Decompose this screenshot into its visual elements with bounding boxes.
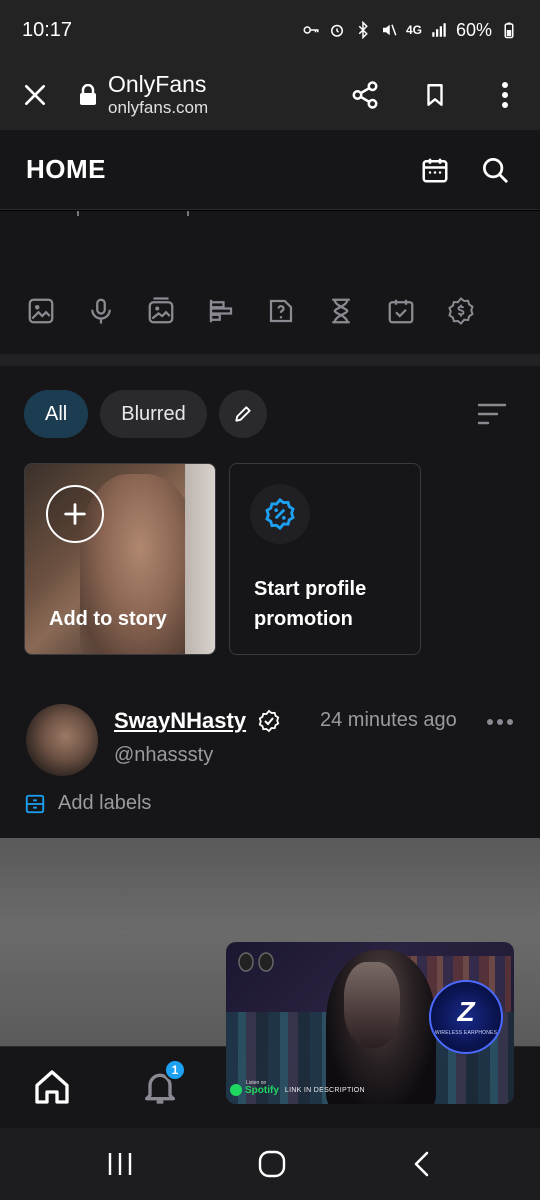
status-time: 10:17 xyxy=(22,18,73,41)
pip-link-text: LINK IN DESCRIPTION xyxy=(284,1086,365,1094)
poll-icon[interactable] xyxy=(202,292,240,330)
chip-label: All xyxy=(45,402,68,425)
verified-icon xyxy=(258,709,280,733)
section-divider xyxy=(0,354,540,366)
label-icon xyxy=(25,794,45,813)
schedule-icon[interactable] xyxy=(382,292,420,330)
signal-icon xyxy=(432,23,446,37)
pip-logo-letter: Z xyxy=(457,996,475,1027)
search-icon[interactable] xyxy=(476,151,514,189)
price-icon[interactable] xyxy=(442,292,480,330)
filter-chips: All Blurred xyxy=(24,390,267,438)
app-header: HOME xyxy=(0,130,540,210)
bluetooth-icon xyxy=(358,21,368,39)
filter-chip-blurred[interactable]: Blurred xyxy=(100,390,207,438)
browser-title-block: OnlyFans onlyfans.com xyxy=(108,71,208,119)
promo-label: Start profile promotion xyxy=(254,578,367,630)
quiz-icon[interactable] xyxy=(262,292,300,330)
spotify-icon xyxy=(230,1084,242,1096)
add-labels-label: Add labels xyxy=(58,792,152,814)
composer-toolbar xyxy=(22,292,480,330)
home-button-icon[interactable] xyxy=(250,1142,294,1186)
add-story-label: Add to story xyxy=(49,608,167,630)
microphone-icon[interactable] xyxy=(82,292,120,330)
browser-url: onlyfans.com xyxy=(108,98,209,117)
header-actions xyxy=(416,151,514,189)
mute-icon xyxy=(382,24,397,36)
add-to-story-card[interactable]: Add to story xyxy=(24,463,216,655)
status-icons: 4G 60% xyxy=(302,20,518,41)
pip-video[interactable]: Z WIRELESS EARPHONES Listen on Spotify L… xyxy=(226,942,514,1104)
avatar[interactable] xyxy=(26,704,98,776)
pencil-icon[interactable] xyxy=(218,390,267,438)
browser-toolbar: OnlyFans onlyfans.com xyxy=(0,60,540,130)
post-timestamp: 24 minutes ago xyxy=(320,709,457,731)
spotify-label: Spotify xyxy=(245,1084,279,1096)
start-promotion-card[interactable]: Start profile promotion xyxy=(229,463,421,655)
notification-badge: 1 xyxy=(164,1059,186,1081)
post-header: SwayNHasty @nhasssty 24 minutes ago xyxy=(26,704,516,776)
hourglass-icon[interactable] xyxy=(322,292,360,330)
close-icon[interactable] xyxy=(0,60,70,130)
filter-chip-all[interactable]: All xyxy=(24,390,89,438)
more-horizontal-icon[interactable] xyxy=(484,708,516,736)
alarm-icon xyxy=(330,24,343,37)
share-icon[interactable] xyxy=(330,60,400,130)
spotify-badge: Spotify xyxy=(230,1084,279,1096)
more-vertical-icon[interactable] xyxy=(470,60,540,130)
earbuds-icon xyxy=(238,952,274,972)
calendar-icon[interactable] xyxy=(416,151,454,189)
key-icon xyxy=(303,26,319,34)
pip-logo-text: WIRELESS EARPHONES xyxy=(434,1030,498,1036)
lock-icon xyxy=(76,60,100,130)
image-icon[interactable] xyxy=(22,292,60,330)
battery-icon xyxy=(504,22,514,39)
status-bar: 10:17 4G 60% xyxy=(0,0,540,60)
sort-icon[interactable] xyxy=(474,396,510,432)
battery-percent: 60% xyxy=(455,19,492,40)
story-photo-wall xyxy=(185,464,215,654)
chip-label: Blurred xyxy=(121,402,186,425)
browser-actions xyxy=(330,60,540,130)
plus-icon[interactable] xyxy=(46,485,104,543)
home-icon[interactable] xyxy=(30,1065,74,1109)
notifications-icon[interactable]: 1 xyxy=(138,1059,186,1109)
post-author-handle[interactable]: @nhasssty xyxy=(114,744,213,767)
page-title: HOME xyxy=(26,154,106,184)
bookmark-icon[interactable] xyxy=(400,60,470,130)
pip-footer: Spotify LINK IN DESCRIPTION xyxy=(230,1084,365,1096)
post-author-name[interactable]: SwayNHasty xyxy=(114,708,246,734)
pip-mask xyxy=(344,962,400,1048)
gallery-icon[interactable] xyxy=(142,292,180,330)
promotion-icon xyxy=(250,484,310,544)
add-labels-button[interactable]: Add labels xyxy=(24,792,151,815)
back-icon[interactable] xyxy=(400,1142,444,1186)
system-navigation-bar xyxy=(0,1128,540,1200)
pip-brand-logo: Z WIRELESS EARPHONES xyxy=(429,980,503,1054)
network-type: 4G xyxy=(405,23,422,37)
browser-title: OnlyFans xyxy=(108,71,207,97)
recents-icon[interactable] xyxy=(98,1142,142,1186)
post-composer[interactable] xyxy=(0,211,540,354)
composer-text-remnant xyxy=(77,211,189,216)
